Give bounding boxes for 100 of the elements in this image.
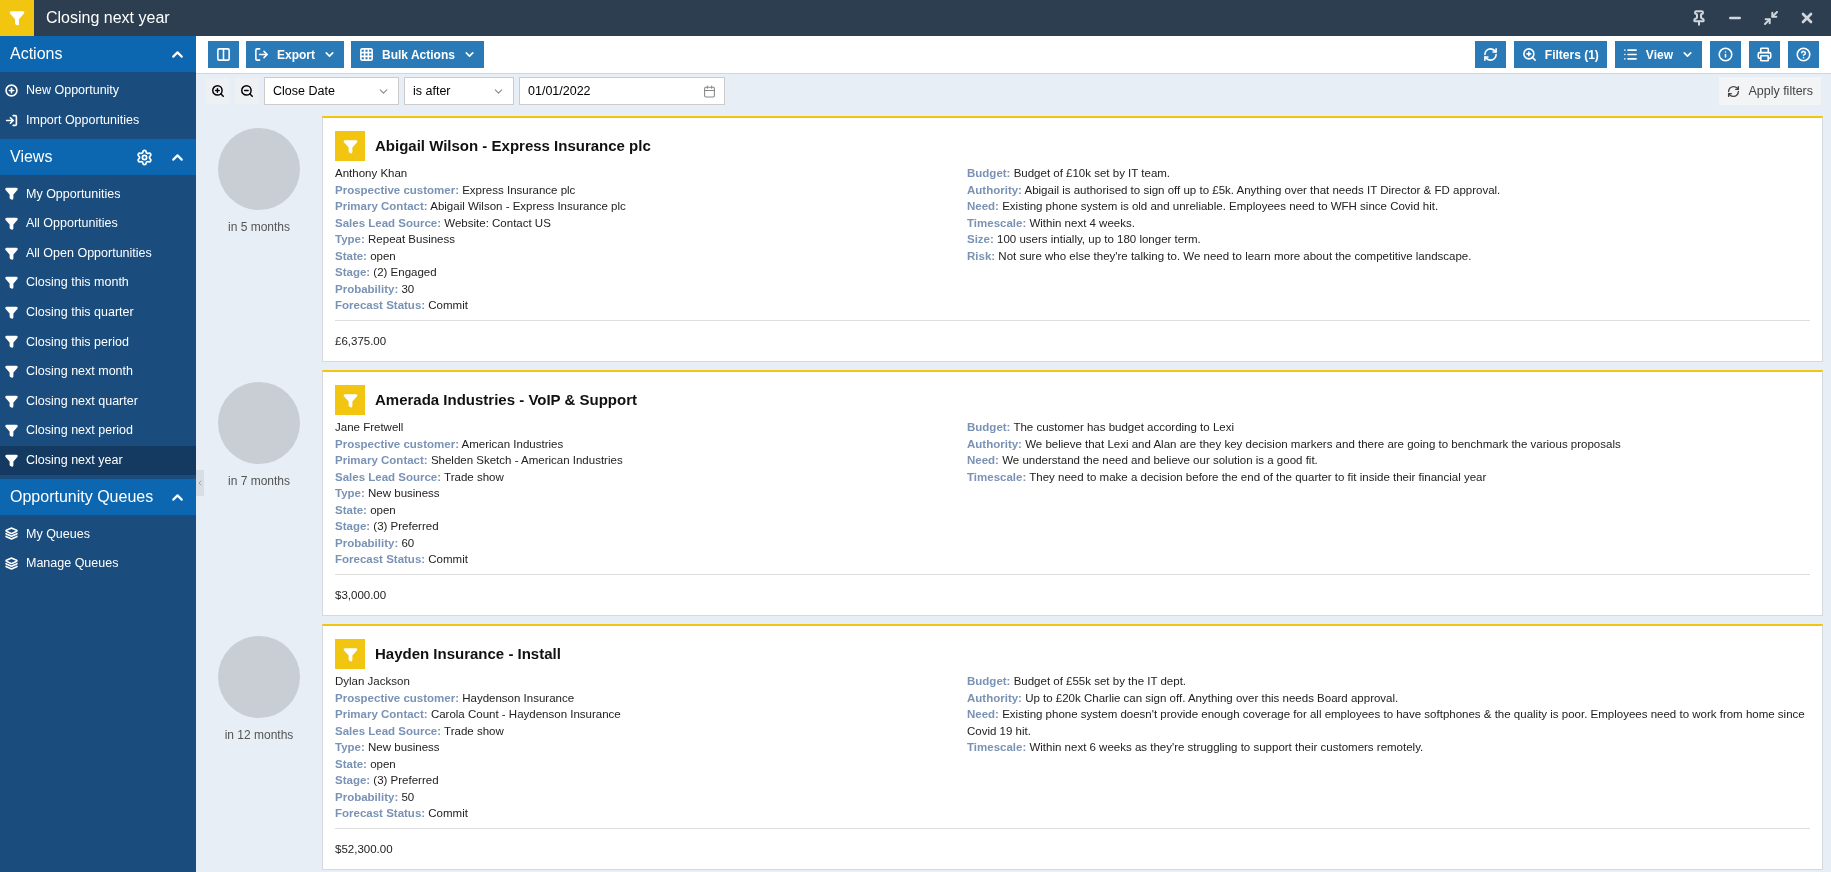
detail-text: Primary Contact: Abigail Wilson - Express Insurance plc [335,199,627,214]
detail-text: Forecast Status: Commit [335,298,469,313]
sign-in-icon [5,113,18,127]
calendar-icon [703,84,716,98]
filter-icon [5,365,18,379]
detail-text: Type: Repeat Business [335,232,456,247]
sidebar-item[interactable]: Closing this month [0,267,196,298]
filter-icon [5,217,18,231]
sidebar-item[interactable]: My Queues [0,519,196,549]
filters-button[interactable]: Filters (1) [1513,41,1607,68]
opportunity-title[interactable]: Abigail Wilson - Express Insurance plc [375,134,651,158]
close-icon[interactable] [1799,10,1815,26]
detail-text: Authority: Abigail is authorised to sign off up to £5k. Anything over that needs IT Director & FD approval. [967,182,1502,198]
detail-text: Type: New business [335,740,441,755]
section-header[interactable]: Actions [0,36,196,72]
filter-icon [9,10,25,26]
sidebar-item[interactable]: Closing this period [0,327,196,357]
detail-text: State: open [335,756,397,772]
list-icon [1622,47,1638,62]
detail-text: Stage: (3) Preferred [335,773,440,788]
opportunity-title[interactable]: Hayden Insurance - Install [375,642,561,666]
detail-text: Timescale: Within next 4 weeks. [967,215,1136,231]
export-button[interactable]: Export [246,41,344,68]
section-title: Opportunity Queues [10,487,154,508]
print-icon [1757,47,1772,62]
detail-text: Prospective customer: Haydenson Insurance [335,690,576,706]
stack-icon [5,557,18,570]
help-button[interactable] [1788,41,1819,68]
detail-text: Sales Lead Source: Trade show [335,469,505,485]
detail-text: State: open [335,248,397,264]
due-text: in 7 months [227,473,290,490]
sidebar-item[interactable]: My Opportunities [0,179,196,209]
zoom-in-icon [211,84,225,98]
chevron-left-icon [196,479,204,487]
view-button[interactable]: View [1614,41,1702,68]
info-button[interactable] [1710,41,1741,68]
operator-select[interactable]: is after [404,77,514,105]
sidebar-item[interactable]: All Opportunities [0,208,196,239]
export-icon [254,47,269,62]
field-select[interactable]: Close Date [264,77,399,105]
section-title: Views [10,147,53,168]
detail-text: Forecast Status: Commit [335,552,469,567]
panel-icon [216,47,231,62]
refresh-button[interactable] [1474,41,1506,68]
detail-text: Size: 100 users intially, up to 180 longer term. [967,232,1202,247]
sidebar-item[interactable]: New Opportunity [0,76,196,106]
filter-icon [5,453,18,467]
detail-text: Budget: Budget of £10k set by IT team. [967,166,1172,181]
detail-text: Stage: (2) Engaged [335,265,438,280]
detail-text: Timescale: They need to make a decision before the end of the quarter to fit inside their financial year [967,469,1488,485]
detail-text: Authority: Up to £20k Charlie can sign off. Anything over this needs Board approval. [967,690,1400,706]
opportunity-title[interactable]: Amerada Industries - VoIP & Support [375,388,637,412]
detail-text: Budget: The customer has budget according to Lexi [967,420,1235,435]
bulk-button[interactable]: Bulk Actions [351,41,484,68]
detail-text: Budget: Budget of £55k set by the IT dept. [967,674,1188,689]
detail-text: Sales Lead Source: Trade show [335,723,505,739]
filter-icon [5,424,18,438]
detail-text: Primary Contact: Shelden Sketch - American Industries [335,453,624,468]
sidebar-item[interactable]: Closing next period [0,415,196,446]
detail-text: Prospective customer: Express Insurance plc [335,182,577,198]
plus-circle-icon [5,84,18,98]
sidebar-item[interactable]: Manage Queues [0,548,196,579]
filter-icon [342,138,358,154]
detail-text: Stage: (3) Preferred [335,519,440,534]
section-header[interactable]: Views [0,139,196,176]
restore-icon[interactable] [1763,10,1779,26]
sidebar-item[interactable]: Import Opportunities [0,105,196,136]
date-field[interactable]: 01/01/2022 [519,77,725,105]
zoom-out-button[interactable] [235,78,259,104]
pin-icon[interactable] [1691,10,1707,26]
detail-text: Timescale: Within next 6 weeks as they're struggling to support their customers remotely. [967,740,1425,755]
settings-icon[interactable] [136,148,153,166]
amount-text: £6,375.00 [335,334,387,347]
filter-icon [342,646,358,662]
sidebar-item[interactable]: Closing next year [0,445,196,476]
detail-text: Probability: 30 [335,281,416,297]
refresh-icon [1727,84,1741,98]
detail-text: Need: Existing phone system is old and unreliable. Employees need to WFH since Covid hit. [967,199,1440,214]
detail-text: State: open [335,502,397,518]
detail-text: Need: We understand the need and believe our solution is a good fit. [967,453,1319,468]
filter-icon [5,246,18,260]
filter-icon [5,394,18,408]
refresh-icon [1482,47,1498,62]
sidebar-item[interactable]: Closing this quarter [0,297,196,328]
collapse-handle[interactable] [196,470,204,496]
sidebar-item[interactable]: Closing next quarter [0,386,196,416]
print-button[interactable] [1749,41,1780,68]
apply-filters-button[interactable]: Apply filters [1719,77,1821,105]
window-title: Closing next year [46,8,170,28]
stack-icon [5,527,18,541]
detail-text: Need: Existing phone system doesn't provide enough coverage for all employees to have softphones & the quality is poor. Employees need to work from home since Covid 19 hit. [967,707,1806,739]
detail-text: Type: New business [335,486,441,501]
sidebar-item[interactable]: All Open Opportunities [0,238,196,268]
panel-button[interactable] [208,41,239,68]
zoom-out-icon [240,84,254,98]
detail-text: Sales Lead Source: Website: Contact US [335,215,552,231]
sidebar-item[interactable]: Closing next month [0,356,196,387]
zoom-in-button[interactable] [206,78,230,104]
amount-text: $52,300.00 [335,842,393,855]
section-header[interactable]: Opportunity Queues [0,479,196,516]
